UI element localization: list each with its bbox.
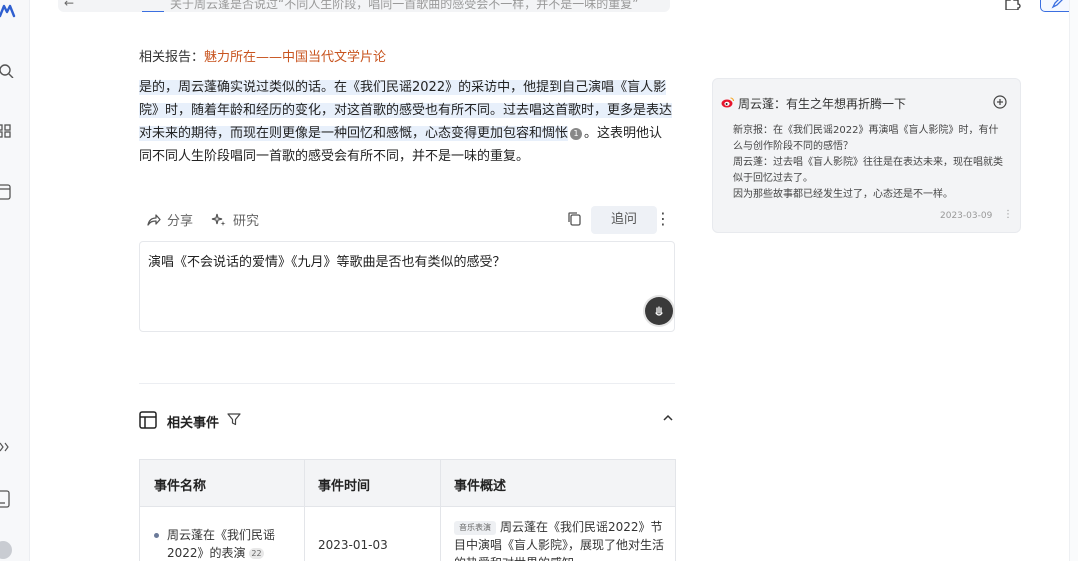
event-source-count: 22 <box>249 548 264 559</box>
folder-icon[interactable] <box>0 184 14 200</box>
question-text: 关于周云蓬是否说过“不同人生阶段，唱同一首歌曲的感受会不一样，并不是一味的重复” <box>170 0 639 11</box>
search-icon[interactable] <box>0 64 14 78</box>
apps-grid-icon[interactable] <box>0 124 14 138</box>
events-table: 事件名称 事件时间 事件概述 周云蓬在《我们民谣2022》的表演 22 2023… <box>139 459 676 561</box>
share-icon <box>147 213 161 226</box>
right-scroll-edge <box>1069 0 1078 561</box>
column-header-summary: 事件概述 <box>454 479 507 494</box>
research-button[interactable]: 研究 <box>211 210 259 229</box>
share-button[interactable]: 分享 <box>145 210 193 229</box>
event-tag: 音乐表演 <box>454 520 496 535</box>
table-icon <box>139 411 157 429</box>
source-card-more-icon[interactable]: ⋮ <box>1003 209 1013 220</box>
column-divider <box>440 460 441 561</box>
more-options-icon[interactable]: ⋮ <box>655 210 671 228</box>
source-card-line: 新京报：在《我们民谣2022》再演唱《盲人影院》时，有什么与创作阶段不同的感悟？ <box>733 125 999 152</box>
column-header-name: 事件名称 <box>154 479 207 494</box>
follow-up-input[interactable]: 演唱《不会说话的爱情》《九月》等歌曲是否也有类似的感受？ <box>139 241 675 332</box>
question-bar: ← 关于周云蓬是否说过“不同人生阶段，唱同一首歌曲的感受会不一样，并不是一味的重… <box>58 0 670 12</box>
follow-up-button[interactable]: 追问 <box>591 206 657 234</box>
report-link[interactable]: 魅力所在——中国当代文学片论 <box>204 50 386 65</box>
research-label: 研究 <box>233 214 260 229</box>
edit-icon <box>1051 0 1063 9</box>
source-card-title[interactable]: 周云蓬：有生之年想再折腾一下 <box>738 95 906 112</box>
user-avatar[interactable] <box>0 541 12 559</box>
report-label: 相关报告： <box>139 50 205 65</box>
section-divider <box>139 383 675 384</box>
row-bullet <box>154 533 159 538</box>
back-arrow-icon[interactable]: ← <box>64 0 74 10</box>
share-label: 分享 <box>167 214 194 229</box>
event-name-cell[interactable]: 周云蓬在《我们民谣2022》的表演 22 <box>167 526 301 561</box>
source-card-body: 新京报：在《我们民谣2022》再演唱《盲人影院》时，有什么与创作阶段不同的感悟？… <box>733 123 1007 203</box>
send-button[interactable] <box>645 297 673 325</box>
table-header: 事件名称 事件时间 事件概述 <box>140 460 675 507</box>
follow-up-text[interactable]: 演唱《不会说话的爱情》《九月》等歌曲是否也有类似的感受？ <box>148 251 506 270</box>
related-report: 相关报告：魅力所在——中国当代文学片论 <box>139 46 386 65</box>
event-summary-cell: 音乐表演周云蓬在《我们民谣2022》节目中演唱《盲人影院》，展现了他对生活的热爱… <box>454 518 668 561</box>
send-icon <box>655 306 663 316</box>
research-sparkle-icon <box>211 213 226 226</box>
active-tab-indicator <box>142 11 164 12</box>
collapse-chevron-icon[interactable] <box>662 411 674 425</box>
filter-icon[interactable] <box>227 412 241 426</box>
expand-sidebar-icon[interactable] <box>0 442 14 452</box>
document-icon[interactable] <box>0 490 14 508</box>
weibo-icon <box>721 97 734 108</box>
related-events-title: 相关事件 <box>167 416 220 431</box>
answer-paragraph: 是的，周云蓬确实说过类似的话。在《我们民谣2022》的采访中，他提到自己演唱《盲… <box>139 76 675 168</box>
copy-icon[interactable] <box>567 211 583 227</box>
puzzle-icon[interactable] <box>1003 0 1021 10</box>
left-sidebar <box>0 0 30 561</box>
column-header-time: 事件时间 <box>318 479 371 494</box>
source-card-line: 因为那些故事都已经发生过了，心态还是不一样。 <box>733 189 953 200</box>
column-divider <box>304 460 305 561</box>
add-circle-icon[interactable] <box>993 95 1007 109</box>
source-card[interactable]: 周云蓬：有生之年想再折腾一下 新京报：在《我们民谣2022》再演唱《盲人影院》时… <box>712 78 1021 233</box>
citation-badge[interactable]: 1 <box>570 127 583 140</box>
source-card-line: 周云蓬：过去唱《盲人影院》往往是在表达未来，现在唱就类似于回忆过去了。 <box>733 157 1003 184</box>
related-events-header: 相关事件 <box>139 408 675 432</box>
event-time: 2023-01-03 <box>318 538 388 552</box>
source-card-date: 2023-03-09 <box>940 211 993 221</box>
app-logo-icon[interactable] <box>0 2 16 20</box>
answer-actions: 分享 研究 追问 ⋮ <box>139 206 675 234</box>
